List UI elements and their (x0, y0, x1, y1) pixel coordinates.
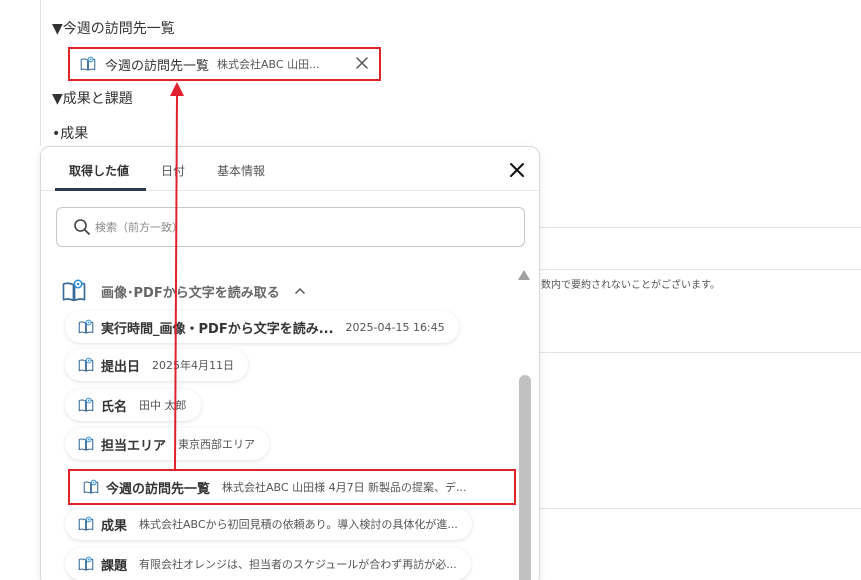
item-label: 担当エリア (101, 438, 167, 454)
book-eye-icon (79, 55, 97, 73)
book-eye-icon (77, 318, 95, 336)
list-item[interactable]: 成果 株式会社ABCから初回見積の依頼あり。導入検討の具体化が進... (65, 508, 472, 540)
item-label: 課題 (101, 558, 128, 574)
close-icon[interactable] (509, 162, 525, 178)
tab-date[interactable]: 日付 (161, 162, 185, 179)
divider (540, 508, 861, 509)
item-value: 有限会社オレンジは、担当者のスケジュールが合わず再訪が必... (139, 558, 457, 571)
item-value: 田中 太郎 (139, 399, 187, 412)
pill-value: 株式会社ABC 山田... (217, 58, 320, 71)
item-label: 提出日 (101, 359, 141, 375)
side-note: 数内で要約されないことがございます。 (541, 280, 720, 291)
divider (540, 352, 861, 353)
list-item-selected[interactable]: 今週の訪問先一覧 株式会社ABC 山田様 4月7日 新製品の提案、デ... (68, 469, 516, 505)
list-item[interactable]: 提出日 2025年4月11日 (65, 349, 249, 381)
active-tab-indicator (55, 188, 146, 191)
book-eye-icon (77, 356, 95, 374)
editor-border (40, 0, 41, 146)
book-eye-icon (59, 277, 89, 305)
item-value: 東京西部エリア (178, 438, 256, 451)
tab-basic-info[interactable]: 基本情報 (217, 162, 265, 179)
divider (540, 227, 861, 228)
tab-bar: 取得した値 日付 基本情報 (41, 147, 539, 191)
list-item[interactable]: 担当エリア 東京西部エリア (65, 428, 270, 460)
remove-pill-icon[interactable] (355, 56, 369, 70)
item-label: 成果 (101, 518, 128, 534)
section-title: 画像･PDFから文字を読み取る (101, 285, 280, 301)
variable-picker-popup: 取得した値 日付 基本情報 画像･PDFから文字を読み取る 実行時間_画像・PD… (40, 146, 540, 580)
item-value: 株式会社ABC 山田様 4月7日 新製品の提案、デ... (222, 481, 467, 494)
list-item[interactable]: 課題 有限会社オレンジは、担当者のスケジュールが合わず再訪が必... (65, 548, 471, 580)
book-eye-icon (77, 555, 95, 573)
list-item[interactable]: 氏名 田中 太郎 (65, 389, 201, 421)
tab-acquired-values[interactable]: 取得した値 (69, 162, 129, 179)
scroll-up-arrow-icon[interactable] (517, 269, 531, 281)
list-item[interactable]: 実行時間_画像・PDFから文字を読み... 2025-04-15 16:45 (65, 311, 459, 343)
search-field[interactable] (56, 207, 525, 247)
search-icon (74, 219, 90, 235)
book-eye-icon (77, 515, 95, 533)
pill-title: 今週の訪問先一覧 (105, 58, 210, 74)
book-eye-icon (77, 435, 95, 453)
section-ocr[interactable]: 画像･PDFから文字を読み取る (59, 277, 306, 305)
item-value: 2025年4月11日 (152, 359, 235, 372)
heading-results: ▼成果と課題 (52, 91, 133, 107)
item-value: 株式会社ABCから初回見積の依頼あり。導入検討の具体化が進... (139, 518, 458, 531)
heading-visits: ▼今週の訪問先一覧 (52, 21, 175, 37)
item-label: 今週の訪問先一覧 (106, 481, 211, 497)
item-label: 実行時間_画像・PDFから文字を読み... (101, 321, 334, 337)
book-eye-icon (77, 396, 95, 414)
scrollbar-thumb[interactable] (519, 375, 531, 580)
divider (540, 269, 861, 270)
inserted-variable-pill[interactable]: 今週の訪問先一覧 株式会社ABC 山田... (68, 47, 381, 81)
search-input[interactable] (95, 220, 495, 234)
item-label: 氏名 (101, 399, 128, 415)
chevron-up-icon[interactable] (294, 286, 306, 296)
bullet-results: •成果 (52, 126, 89, 142)
book-eye-icon (82, 478, 100, 496)
item-value: 2025-04-15 16:45 (345, 320, 445, 334)
